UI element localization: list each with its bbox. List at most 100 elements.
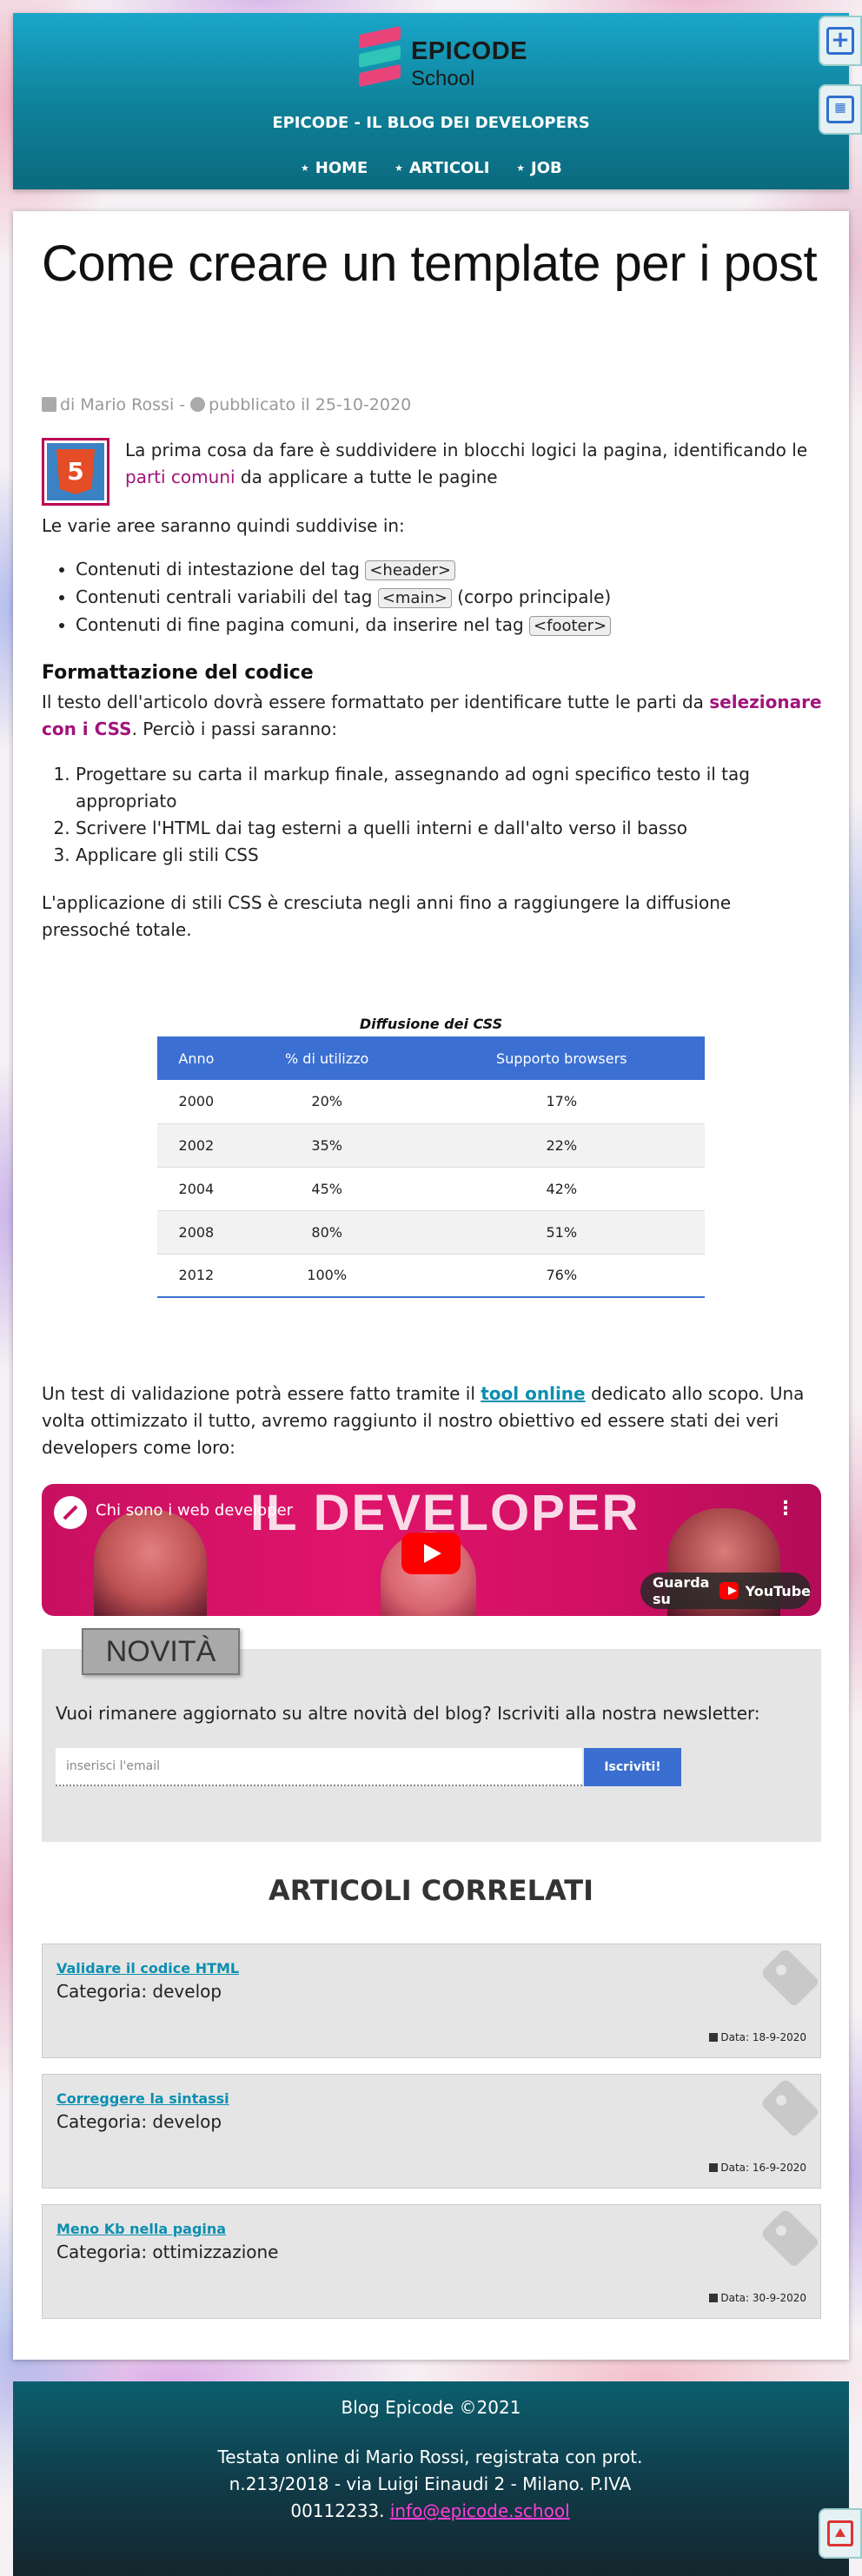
table-cell: 20% xyxy=(235,1080,419,1124)
meta-date: pubblicato il 25-10-2020 xyxy=(209,395,412,414)
table-cell: 2000 xyxy=(157,1080,235,1124)
table-cell: 45% xyxy=(235,1167,419,1211)
calendar-icon xyxy=(709,2033,719,2042)
table-header: Supporto browsers xyxy=(418,1036,705,1080)
related-article-link[interactable]: Validare il codice HTML xyxy=(56,1960,239,1977)
newsletter-box: NOVITÀ Vuoi rimanere aggiornato su altre… xyxy=(42,1628,821,1842)
list-item: Contenuti di intestazione del tag <heade… xyxy=(76,556,823,584)
table-cell: 17% xyxy=(418,1080,705,1124)
related-article-date: Data: 16-9-2020 xyxy=(709,2162,806,2174)
channel-avatar[interactable] xyxy=(54,1496,87,1529)
areas-list: Contenuti di intestazione del tag <heade… xyxy=(76,556,823,639)
areas-intro: Le varie aree saranno quindi suddivise i… xyxy=(42,515,405,536)
youtube-label: YouTube xyxy=(745,1582,811,1599)
table-cell: 80% xyxy=(235,1210,419,1255)
play-button[interactable] xyxy=(401,1533,461,1574)
calendar-icon: ▦ xyxy=(826,96,854,123)
table-cell: 35% xyxy=(235,1123,419,1168)
list-item: Contenuti centrali variabili del tag <ma… xyxy=(76,584,823,612)
side-calendar-button[interactable]: ▦ xyxy=(819,84,862,135)
css-diffusion-table: Anno % di utilizzo Supporto browsers 200… xyxy=(157,1036,705,1298)
post-meta: di Mario Rossi - pubblicato il 25-10-202… xyxy=(42,395,411,414)
footer-title: Blog Epicode ©2021 xyxy=(341,2397,521,2418)
plus-square-icon: + xyxy=(826,27,854,55)
table-row: 2002 35% 22% xyxy=(157,1123,705,1168)
related-article-link[interactable]: Correggere la sintassi xyxy=(56,2090,229,2107)
related-article-card: Validare il codice HTML Categoria: devel… xyxy=(42,1944,821,2058)
steps-list: Progettare su carta il markup finale, as… xyxy=(76,761,788,869)
more-vertical-icon[interactable]: ⋮ xyxy=(776,1498,795,1520)
watch-on-youtube-button[interactable]: Guarda su YouTube xyxy=(640,1573,811,1609)
table-header: % di utilizzo xyxy=(235,1036,419,1080)
table-cell: 76% xyxy=(418,1254,705,1298)
html5-logo: 5 xyxy=(42,438,109,506)
clock-icon xyxy=(190,397,206,412)
highlight-parti-comuni: parti comuni xyxy=(125,467,235,487)
validation-text: Un test di validazione potrà essere fatt… xyxy=(42,1383,481,1404)
related-article-date: Data: 30-9-2020 xyxy=(709,2292,806,2304)
post-title: Come creare un template per i post xyxy=(42,235,818,292)
arrow-up-square-icon xyxy=(827,2520,853,2546)
table-cell: 2008 xyxy=(157,1210,235,1255)
footer-text: Testata online di Mario Rossi, registrat… xyxy=(213,2444,647,2525)
watch-on-label: Guarda su xyxy=(653,1574,710,1607)
section-paragraph: Il testo dell'articolo dovrà essere form… xyxy=(42,689,824,743)
nav-articoli[interactable]: ⋆ ARTICOLI xyxy=(394,159,489,177)
related-article-card: Meno Kb nella pagina Categoria: ottimizz… xyxy=(42,2204,821,2319)
table-row: 2000 20% 17% xyxy=(157,1080,705,1124)
code-tag: <main> xyxy=(377,588,452,608)
intro-text: La prima cosa da fare è suddividere in b… xyxy=(125,440,808,460)
related-article-card: Correggere la sintassi Categoria: develo… xyxy=(42,2074,821,2189)
related-article-category: Categoria: develop xyxy=(56,2111,222,2132)
intro-paragraph: La prima cosa da fare è suddividere in b… xyxy=(125,437,829,491)
tag-icon xyxy=(759,2077,820,2138)
table-cell: 100% xyxy=(235,1254,419,1298)
related-article-date: Data: 18-9-2020 xyxy=(709,2031,806,2043)
table-cell: 51% xyxy=(418,1210,705,1255)
related-article-link[interactable]: Meno Kb nella pagina xyxy=(56,2221,226,2237)
list-item: Scrivere l'HTML dai tag esterni a quelli… xyxy=(76,815,788,842)
css-growth-paragraph: L'applicazione di stili CSS è cresciuta … xyxy=(42,892,732,940)
table-row: 2008 80% 51% xyxy=(157,1210,705,1255)
epicode-logo-icon xyxy=(359,25,404,88)
table-cell: 2004 xyxy=(157,1167,235,1211)
tool-online-link[interactable]: tool online xyxy=(481,1383,585,1404)
related-article-category: Categoria: ottimizzazione xyxy=(56,2242,279,2262)
table-caption: Diffusione dei CSS xyxy=(359,1016,503,1032)
section-text-end: . Perciò i passi saranno: xyxy=(131,718,337,739)
newsletter-text: Vuoi rimanere aggiornato su altre novità… xyxy=(56,1703,760,1724)
site-footer: Blog Epicode ©2021 Testata online di Mar… xyxy=(13,2381,849,2576)
table-cell: 42% xyxy=(418,1167,705,1211)
nav-home[interactable]: ⋆ HOME xyxy=(300,159,368,177)
list-item: Contenuti di fine pagina comuni, da inse… xyxy=(76,612,823,639)
novita-tag: NOVITÀ xyxy=(82,1628,240,1675)
table-cell: 2002 xyxy=(157,1123,235,1168)
list-item: Applicare gli stili CSS xyxy=(76,842,788,869)
table-row: 2004 45% 42% xyxy=(157,1167,705,1211)
subscribe-button[interactable]: Iscriviti! xyxy=(584,1748,681,1786)
meta-separator: - xyxy=(174,395,191,414)
epicode-logo[interactable]: EPICODE School xyxy=(352,25,543,90)
section-heading: Formattazione del codice xyxy=(42,662,314,684)
html5-icon: 5 xyxy=(56,449,95,494)
youtube-video-embed[interactable]: IL DEVELOPER Chi sono i web developer ⋮ … xyxy=(42,1484,821,1616)
edit-icon xyxy=(42,397,56,412)
list-item: Progettare su carta il markup finale, as… xyxy=(76,761,788,815)
meta-author: di Mario Rossi xyxy=(60,395,175,414)
side-plus-button[interactable]: + xyxy=(819,16,862,66)
video-title[interactable]: Chi sono i web developer xyxy=(96,1501,293,1520)
related-articles-title: ARTICOLI CORRELATI xyxy=(268,1874,594,1907)
logo-text-school: School xyxy=(411,67,475,90)
validation-paragraph: Un test di validazione potrà essere fatt… xyxy=(42,1381,824,1461)
nav-job[interactable]: ⋆ JOB xyxy=(516,159,562,177)
footer-email-link[interactable]: info@epicode.school xyxy=(390,2500,570,2521)
calendar-icon xyxy=(709,2163,719,2172)
email-input[interactable] xyxy=(56,1748,582,1786)
section-text: Il testo dell'articolo dovrà essere form… xyxy=(42,692,710,712)
blog-title: EPICODE - IL BLOG DEI DEVELOPERS xyxy=(272,114,590,132)
table-cell: 22% xyxy=(418,1123,705,1168)
main-nav: ⋆ HOME ⋆ ARTICOLI ⋆ JOB xyxy=(13,159,849,177)
table-row: 2012 100% 76% xyxy=(157,1254,705,1298)
intro-text-end: da applicare a tutte le pagine xyxy=(235,467,498,487)
back-to-top-button[interactable] xyxy=(819,2508,862,2559)
